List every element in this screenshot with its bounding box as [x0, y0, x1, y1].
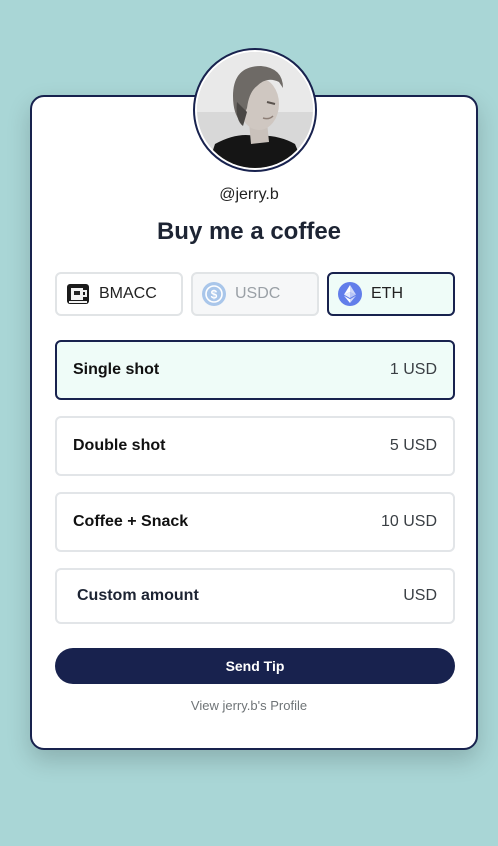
token-label-usdc: USDC: [235, 285, 281, 302]
token-eth[interactable]: ETH: [327, 272, 455, 316]
view-profile-link[interactable]: View jerry.b's Profile: [0, 698, 498, 713]
option-double-shot[interactable]: Double shot 5 USD: [55, 416, 455, 476]
ethereum-icon: [337, 281, 363, 307]
svg-text:$: $: [211, 288, 218, 302]
usdc-icon: $: [201, 281, 227, 307]
page-title: Buy me a coffee: [156, 218, 342, 245]
avatar: [193, 48, 317, 172]
profile-photo: [197, 52, 313, 168]
send-tip-button[interactable]: Send Tip: [55, 648, 455, 684]
custom-amount-field[interactable]: USD: [55, 568, 455, 624]
option-name: Double shot: [73, 437, 166, 454]
option-price: 1 USD: [389, 361, 437, 378]
option-coffee-snack[interactable]: Coffee + Snack 10 USD: [55, 492, 455, 552]
token-bmacc[interactable]: BMACC: [55, 272, 183, 316]
option-single-shot[interactable]: Single shot 1 USD: [55, 340, 455, 400]
custom-currency-label: USD: [403, 587, 437, 604]
option-name: Coffee + Snack: [73, 513, 189, 530]
option-name: Single shot: [73, 361, 160, 378]
token-usdc[interactable]: $ USDC: [191, 272, 319, 316]
username-handle: @jerry.b: [219, 186, 279, 203]
option-price: 10 USD: [380, 513, 437, 530]
token-label-bmacc: BMACC: [99, 285, 157, 302]
option-price: 5 USD: [389, 437, 437, 454]
custom-amount-input[interactable]: [77, 587, 327, 605]
token-label-eth: ETH: [371, 285, 403, 302]
coffee-cup-icon: [65, 281, 91, 307]
